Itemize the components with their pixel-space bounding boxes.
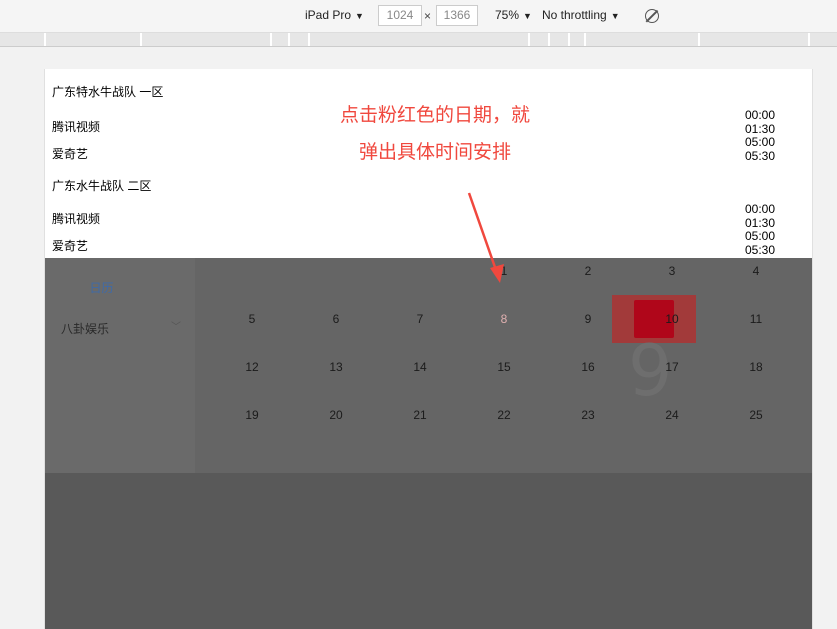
annotation-arrow-icon <box>467 192 504 283</box>
